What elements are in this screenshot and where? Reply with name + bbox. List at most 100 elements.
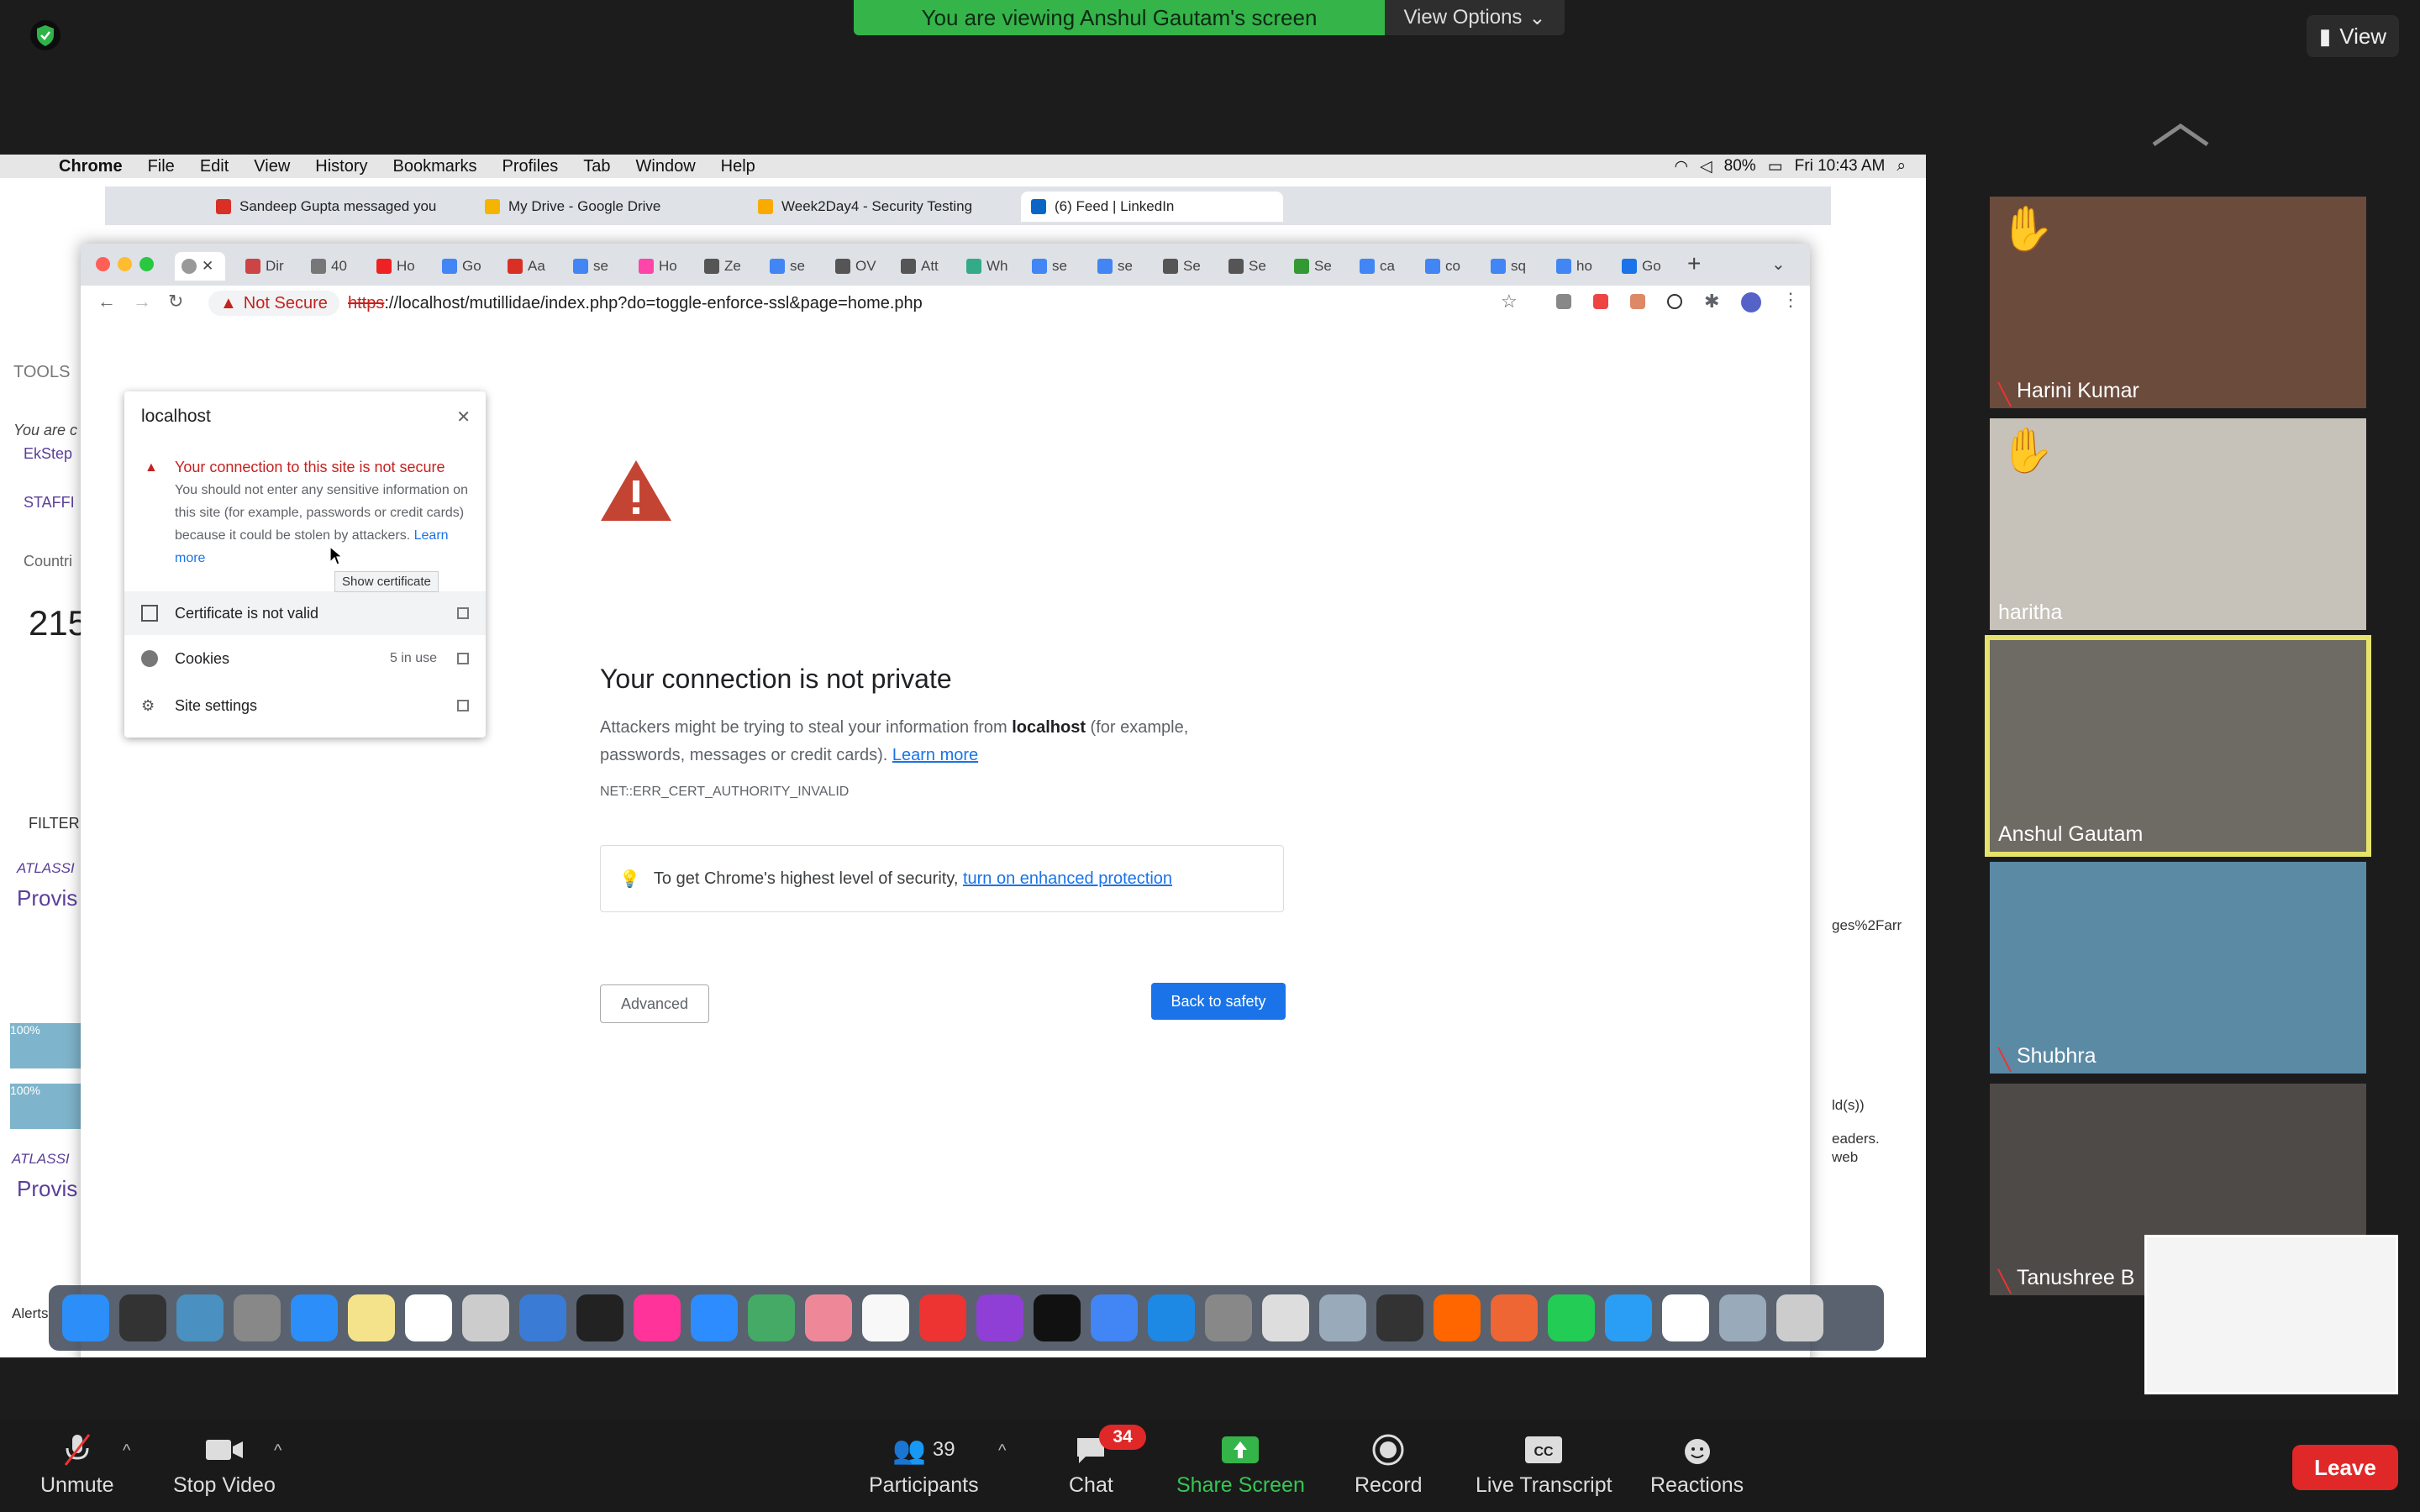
menu-window[interactable]: Window: [636, 157, 696, 176]
extensions-puzzle-icon[interactable]: ✱: [1704, 291, 1719, 312]
browser-tab[interactable]: Se: [1163, 252, 1225, 281]
browser-tab[interactable]: Go: [1622, 252, 1684, 281]
browser-tab[interactable]: OV: [835, 252, 897, 281]
extension-icon[interactable]: [1630, 294, 1645, 309]
extension-icon[interactable]: [1556, 294, 1571, 309]
dock-app-icon[interactable]: [748, 1294, 795, 1341]
tab-active[interactable]: ✕: [175, 252, 225, 281]
dock-app-icon[interactable]: [462, 1294, 509, 1341]
browser-tab[interactable]: Aa: [508, 252, 570, 281]
dock-app-icon[interactable]: [1091, 1294, 1138, 1341]
browser-tab[interactable]: se: [770, 252, 832, 281]
provis-link[interactable]: Provis: [17, 885, 77, 911]
zoom-window-button[interactable]: [139, 257, 154, 271]
countries-field[interactable]: Countri: [24, 553, 72, 570]
browser-tab[interactable]: co: [1425, 252, 1487, 281]
browser-tab[interactable]: se: [1032, 252, 1094, 281]
menu-edit[interactable]: Edit: [200, 157, 229, 176]
participant-tile-active-speaker[interactable]: Anshul Gautam: [1985, 635, 2371, 857]
security-shield-icon[interactable]: [30, 20, 60, 50]
dock-app-icon[interactable]: [1662, 1294, 1709, 1341]
dock-app-icon[interactable]: [62, 1294, 109, 1341]
site-settings-row[interactable]: ⚙ Site settings: [124, 684, 486, 727]
browser-tab[interactable]: ca: [1360, 252, 1422, 281]
browser-tab[interactable]: ho: [1556, 252, 1618, 281]
dock-app-icon[interactable]: [1776, 1294, 1823, 1341]
minimize-window-button[interactable]: [118, 257, 132, 271]
dock-app-icon[interactable]: [976, 1294, 1023, 1341]
address-bar[interactable]: https://localhost/mutillidae/index.php?d…: [348, 291, 923, 316]
menu-history[interactable]: History: [315, 157, 367, 176]
dock-app-icon[interactable]: [576, 1294, 623, 1341]
dock-app-icon[interactable]: [176, 1294, 224, 1341]
bg-tab[interactable]: Sandeep Gupta messaged you: [206, 192, 468, 222]
share-screen-button[interactable]: Share Screen: [1176, 1433, 1305, 1498]
browser-tab[interactable]: Go: [442, 252, 504, 281]
participant-tile[interactable]: ✋ ╲ Harini Kumar: [1990, 197, 2366, 408]
ekstep-link[interactable]: EkStep: [24, 445, 72, 463]
menu-file[interactable]: File: [148, 157, 175, 176]
volume-icon[interactable]: ◁: [1700, 157, 1712, 176]
view-options-button[interactable]: View Options ⌄: [1385, 0, 1565, 35]
wifi-icon[interactable]: ◠: [1674, 157, 1688, 176]
site-info-button[interactable]: ▲ Not Secure: [208, 291, 339, 316]
stop-video-button[interactable]: Stop Video: [173, 1433, 276, 1498]
alerts-label[interactable]: Alerts: [12, 1305, 48, 1322]
record-button[interactable]: Record: [1355, 1433, 1423, 1498]
chevron-up-icon[interactable]: ^: [274, 1441, 281, 1461]
dock-app-icon[interactable]: [1548, 1294, 1595, 1341]
leave-button[interactable]: Leave: [2292, 1445, 2398, 1490]
menu-tab[interactable]: Tab: [583, 157, 610, 176]
chevron-up-icon[interactable]: ^: [998, 1441, 1006, 1461]
tab-search-icon[interactable]: ⌄: [1771, 254, 1786, 275]
dock-app-icon[interactable]: [1262, 1294, 1309, 1341]
spotlight-icon[interactable]: ⌕: [1897, 157, 1906, 176]
dock-app-icon[interactable]: [1491, 1294, 1538, 1341]
dock-app-icon[interactable]: [519, 1294, 566, 1341]
menu-kebab-icon[interactable]: ⋮: [1781, 289, 1800, 311]
dock-app-icon[interactable]: [634, 1294, 681, 1341]
browser-tab[interactable]: se: [1097, 252, 1160, 281]
browser-tab[interactable]: Wh: [966, 252, 1028, 281]
dock-app-icon[interactable]: [1034, 1294, 1081, 1341]
view-button[interactable]: ▮ View: [2307, 15, 2399, 57]
enhanced-protection-link[interactable]: turn on enhanced protection: [963, 869, 1172, 888]
new-tab-button[interactable]: +: [1687, 250, 1701, 277]
back-to-safety-button[interactable]: Back to safety: [1151, 983, 1286, 1020]
browser-tab[interactable]: Ze: [704, 252, 766, 281]
browser-tab[interactable]: Ho: [639, 252, 701, 281]
menu-profiles[interactable]: Profiles: [502, 157, 559, 176]
battery-icon[interactable]: ▭: [1768, 157, 1783, 176]
certificate-row[interactable]: Certificate is not valid: [124, 591, 486, 635]
live-transcript-button[interactable]: CC Live Transcript: [1476, 1433, 1612, 1498]
dock-app-icon[interactable]: [805, 1294, 852, 1341]
back-arrow-icon[interactable]: ←: [97, 291, 116, 312]
dock-app-icon[interactable]: [119, 1294, 166, 1341]
dock-app-icon[interactable]: [862, 1294, 909, 1341]
menu-bookmarks[interactable]: Bookmarks: [393, 157, 477, 176]
browser-tab[interactable]: Ho: [376, 252, 439, 281]
bg-tab[interactable]: Week2Day4 - Security Testing: [748, 192, 1010, 222]
dock-app-icon[interactable]: [405, 1294, 452, 1341]
chevron-up-icon[interactable]: ^: [123, 1441, 130, 1461]
cookies-row[interactable]: Cookies 5 in use: [124, 637, 486, 680]
dock-app-icon[interactable]: [691, 1294, 738, 1341]
collapse-chevron-icon[interactable]: [2147, 118, 2214, 151]
close-icon[interactable]: ✕: [456, 407, 471, 428]
dock-app-icon[interactable]: [1376, 1294, 1423, 1341]
dock-app-icon[interactable]: [1319, 1294, 1366, 1341]
dock-app-icon[interactable]: [234, 1294, 281, 1341]
participant-tile[interactable]: ╲ Shubhra: [1990, 862, 2366, 1074]
browser-tab[interactable]: se: [573, 252, 635, 281]
profile-avatar[interactable]: [1741, 292, 1761, 312]
dock-app-icon[interactable]: [291, 1294, 338, 1341]
participants-button[interactable]: 👥 39 Participants: [869, 1433, 979, 1498]
menu-help[interactable]: Help: [721, 157, 755, 176]
dock-app-icon[interactable]: [348, 1294, 395, 1341]
clock[interactable]: Fri 10:43 AM: [1795, 157, 1886, 176]
bg-tab-active[interactable]: (6) Feed | LinkedIn: [1021, 192, 1283, 222]
provis-link[interactable]: Provis: [17, 1176, 77, 1202]
browser-tab[interactable]: Dir: [245, 252, 308, 281]
bg-tab[interactable]: My Drive - Google Drive: [475, 192, 737, 222]
extension-icon[interactable]: [1667, 294, 1682, 309]
